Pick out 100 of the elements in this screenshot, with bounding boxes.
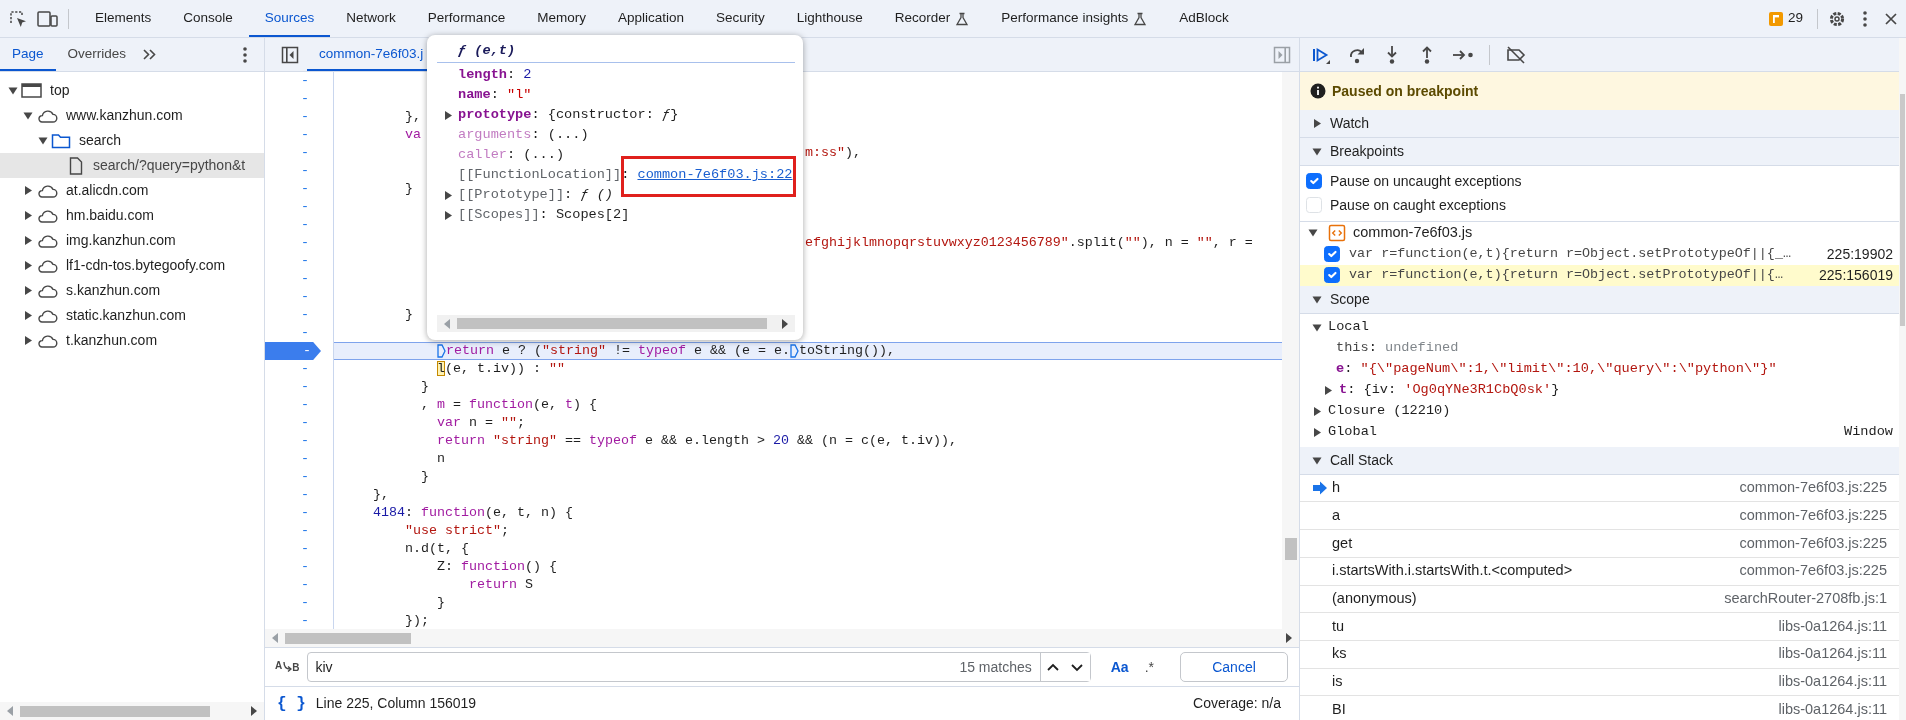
section-header[interactable]: Watch xyxy=(1300,110,1899,138)
more-button[interactable] xyxy=(242,45,248,64)
disclosure-triangle-icon[interactable] xyxy=(1311,455,1323,466)
tree-item[interactable]: img.kanzhun.com xyxy=(0,228,264,253)
function-name: i.startsWith.i.startsWith.t.<computed> xyxy=(1332,561,1573,581)
sidebar-toggle-button[interactable] xyxy=(281,45,299,64)
tree-item[interactable]: search xyxy=(0,128,264,153)
checkbox-label: Pause on uncaught exceptions xyxy=(1330,171,1522,191)
sidebar-toggle-button[interactable] xyxy=(1273,45,1291,64)
tree-item[interactable]: hm.baidu.com xyxy=(0,203,264,228)
link[interactable]: common-7e6f03.js:22 xyxy=(637,167,793,182)
chevrons-icon xyxy=(142,48,157,61)
deactivate-breakpoints-button[interactable] xyxy=(1505,44,1527,65)
disclosure-triangle-icon[interactable] xyxy=(1311,322,1323,333)
tree-item[interactable]: search/?query=python&t xyxy=(0,153,264,178)
disclosure-triangle-icon[interactable] xyxy=(23,260,33,271)
disclosure-triangle-icon[interactable] xyxy=(443,210,453,221)
breakpoint-marker[interactable]: - xyxy=(265,342,321,360)
navigator-tab[interactable]: Page xyxy=(0,38,56,71)
disclosure-triangle-icon[interactable] xyxy=(37,135,49,146)
cancel-button[interactable]: Cancel xyxy=(1180,652,1288,682)
line-number: - xyxy=(300,90,310,108)
disclosure-triangle-icon[interactable] xyxy=(23,235,33,246)
disclosure-triangle-icon[interactable] xyxy=(1312,118,1322,129)
device-toolbar-button[interactable] xyxy=(36,8,58,29)
disclosure-triangle-icon[interactable] xyxy=(1312,405,1322,417)
tree-item[interactable]: www.kanzhun.com xyxy=(0,103,264,128)
disclosure-triangle-icon[interactable] xyxy=(1323,384,1333,396)
tree-item[interactable]: top xyxy=(0,78,264,103)
code-text: } xyxy=(421,468,429,486)
breakpoint-item[interactable]: var r=function(e,t){return r=Object.setPrototypeOf||{… 225:156019 xyxy=(1300,264,1899,286)
call-frame[interactable]: (anonymous) searchRouter-2708fb.js:1 xyxy=(1300,585,1899,614)
file-tab[interactable]: common-7e6f03.j xyxy=(307,38,436,71)
disclosure-triangle-icon[interactable] xyxy=(443,110,453,121)
disclosure-triangle-icon[interactable] xyxy=(23,210,33,221)
settings-button[interactable] xyxy=(1828,9,1846,28)
code-text: } xyxy=(437,594,445,612)
call-frame[interactable]: is libs-0a1264.js:11 xyxy=(1300,668,1899,697)
disclosure-triangle-icon[interactable] xyxy=(22,110,34,121)
checkbox[interactable] xyxy=(1324,246,1340,263)
replace-toggle-button[interactable]: A B xyxy=(275,661,300,673)
pretty-print-button[interactable]: { } xyxy=(277,691,306,716)
regex-toggle[interactable]: .* xyxy=(1140,656,1158,678)
section-header[interactable]: Call Stack xyxy=(1300,446,1899,475)
disclosure-triangle-icon[interactable] xyxy=(23,335,33,346)
line-number: - xyxy=(300,432,310,450)
disclosure-triangle-icon[interactable] xyxy=(1311,146,1323,157)
scrollbar-thumb[interactable] xyxy=(20,705,210,717)
panel-tab[interactable]: Recorder xyxy=(878,0,986,37)
checkbox[interactable] xyxy=(1324,267,1340,284)
panel-tab[interactable]: Application xyxy=(601,0,700,37)
call-frame[interactable]: ks libs-0a1264.js:11 xyxy=(1300,640,1899,669)
breakpoint-item[interactable]: var r=function(e,t){return r=Object.setPrototypeOf||{_… 225:19902 xyxy=(1300,243,1899,265)
scope-value: Window xyxy=(1844,423,1893,442)
tree-item[interactable]: static.kanzhun.com xyxy=(0,303,264,328)
disclosure-triangle-icon[interactable] xyxy=(1312,426,1322,438)
panel-tab[interactable]: Lighthouse xyxy=(780,0,879,37)
disclosure-triangle-icon[interactable] xyxy=(23,285,33,296)
more-tabs-button[interactable] xyxy=(142,48,157,61)
info-icon xyxy=(1310,83,1326,99)
inspect-button[interactable] xyxy=(8,8,28,29)
disclosure-triangle-icon[interactable] xyxy=(7,85,19,96)
panel-tab[interactable]: AdBlock xyxy=(1163,0,1245,37)
line-number: - xyxy=(300,288,310,306)
cloud-icon xyxy=(36,208,58,223)
panel-tab[interactable]: Performance insights xyxy=(985,0,1164,37)
panel-tab[interactable]: Performance xyxy=(411,0,522,37)
disclosure-triangle-icon[interactable] xyxy=(443,190,453,201)
call-frame[interactable]: i.startsWith.i.startsWith.t.<computed> common-7e6f03.js:225 xyxy=(1300,557,1899,586)
panel-tab[interactable]: Console xyxy=(167,0,249,37)
tree-item[interactable]: t.kanzhun.com xyxy=(0,328,264,353)
tree-item[interactable]: at.alicdn.com xyxy=(0,178,264,203)
tree-item[interactable]: s.kanzhun.com xyxy=(0,278,264,303)
line-number: - xyxy=(300,126,310,144)
panel-tab[interactable]: Elements xyxy=(79,0,168,37)
section-header[interactable]: Scope xyxy=(1300,285,1899,314)
tree-item[interactable]: lf1-cdn-tos.bytegoofy.com xyxy=(0,253,264,278)
section-header[interactable]: Breakpoints xyxy=(1300,138,1899,166)
panel-tab[interactable]: Network xyxy=(330,0,412,37)
call-frame[interactable]: a common-7e6f03.js:225 xyxy=(1300,502,1899,531)
disclosure-triangle-icon[interactable] xyxy=(1307,227,1319,238)
checkbox[interactable] xyxy=(1306,173,1322,189)
panel-tab[interactable]: Security xyxy=(699,0,781,37)
scrollbar-thumb[interactable] xyxy=(1900,94,1905,326)
scrollbar-thumb[interactable] xyxy=(457,318,767,329)
more-button[interactable] xyxy=(1862,9,1868,28)
disclosure-triangle-icon[interactable] xyxy=(23,185,33,196)
panel-tab[interactable]: Sources xyxy=(248,0,331,37)
call-frame[interactable]: get common-7e6f03.js:225 xyxy=(1300,530,1899,558)
call-frame[interactable]: tu libs-0a1264.js:11 xyxy=(1300,613,1899,641)
scrollbar-thumb[interactable] xyxy=(1284,538,1297,560)
scope-variable: t: {iv: 'Og0qYNe3R1CbQ0sk'} xyxy=(1339,381,1560,400)
disclosure-triangle-icon[interactable] xyxy=(23,310,33,321)
panel-tab[interactable]: Memory xyxy=(521,0,602,37)
navigator-tab[interactable]: Overrides xyxy=(55,38,139,71)
disclosure-triangle-icon[interactable] xyxy=(1311,294,1323,305)
issues-button[interactable]: 29 xyxy=(1764,8,1807,29)
match-case-toggle[interactable]: Aa xyxy=(1106,656,1133,678)
scrollbar-thumb[interactable] xyxy=(285,632,411,644)
close-button[interactable] xyxy=(1884,11,1898,26)
